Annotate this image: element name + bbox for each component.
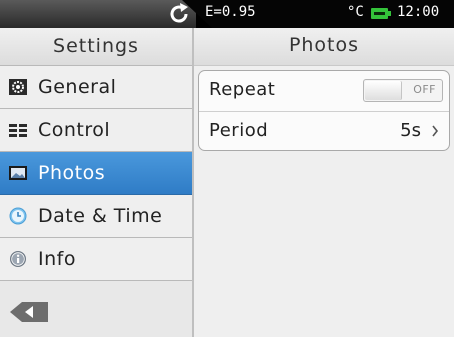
emissivity-readout: E=0.95: [205, 4, 256, 20]
sidebar-item-date-time[interactable]: Date & Time: [0, 195, 192, 238]
temperature-unit: °C: [347, 4, 364, 20]
page-title: Photos: [194, 28, 454, 66]
sidebar-item-label: Control: [38, 119, 111, 141]
status-bar: E=0.95 °C 12:00: [0, 0, 454, 28]
sidebar-item-photos[interactable]: Photos: [0, 152, 192, 195]
control-icon: [9, 124, 27, 137]
period-row[interactable]: Period 5s: [199, 111, 449, 152]
chevron-right-icon: [432, 125, 439, 137]
sidebar-item-control[interactable]: Control: [0, 109, 192, 152]
period-label: Period: [209, 120, 269, 141]
info-icon: [10, 251, 26, 267]
sidebar-item-general[interactable]: General: [0, 66, 192, 109]
clock-icon: [9, 207, 27, 225]
gear-icon: [9, 79, 27, 95]
sidebar-item-label: Info: [38, 248, 76, 270]
sidebar-item-label: General: [38, 76, 117, 98]
photos-panel: Photos Repeat OFF Period 5s: [194, 28, 454, 337]
settings-sidebar: Settings General Control Photos Date & T…: [0, 28, 194, 337]
sidebar-title: Settings: [0, 28, 192, 66]
photo-settings-group: Repeat OFF Period 5s: [198, 70, 450, 151]
repeat-toggle[interactable]: OFF: [363, 79, 443, 102]
repeat-row: Repeat OFF: [199, 71, 449, 111]
toggle-knob: [365, 81, 402, 100]
photo-icon: [9, 166, 27, 180]
sidebar-item-label: Photos: [38, 162, 106, 184]
clock: 12:00: [397, 4, 440, 20]
sidebar-item-info[interactable]: Info: [0, 238, 192, 281]
sidebar-item-label: Date & Time: [38, 205, 163, 227]
refresh-icon[interactable]: [167, 2, 191, 26]
period-value: 5s: [400, 120, 421, 141]
toggle-state-text: OFF: [413, 83, 436, 96]
back-arrow-icon[interactable]: [10, 301, 48, 323]
repeat-label: Repeat: [209, 79, 276, 100]
battery-icon: [371, 8, 391, 19]
